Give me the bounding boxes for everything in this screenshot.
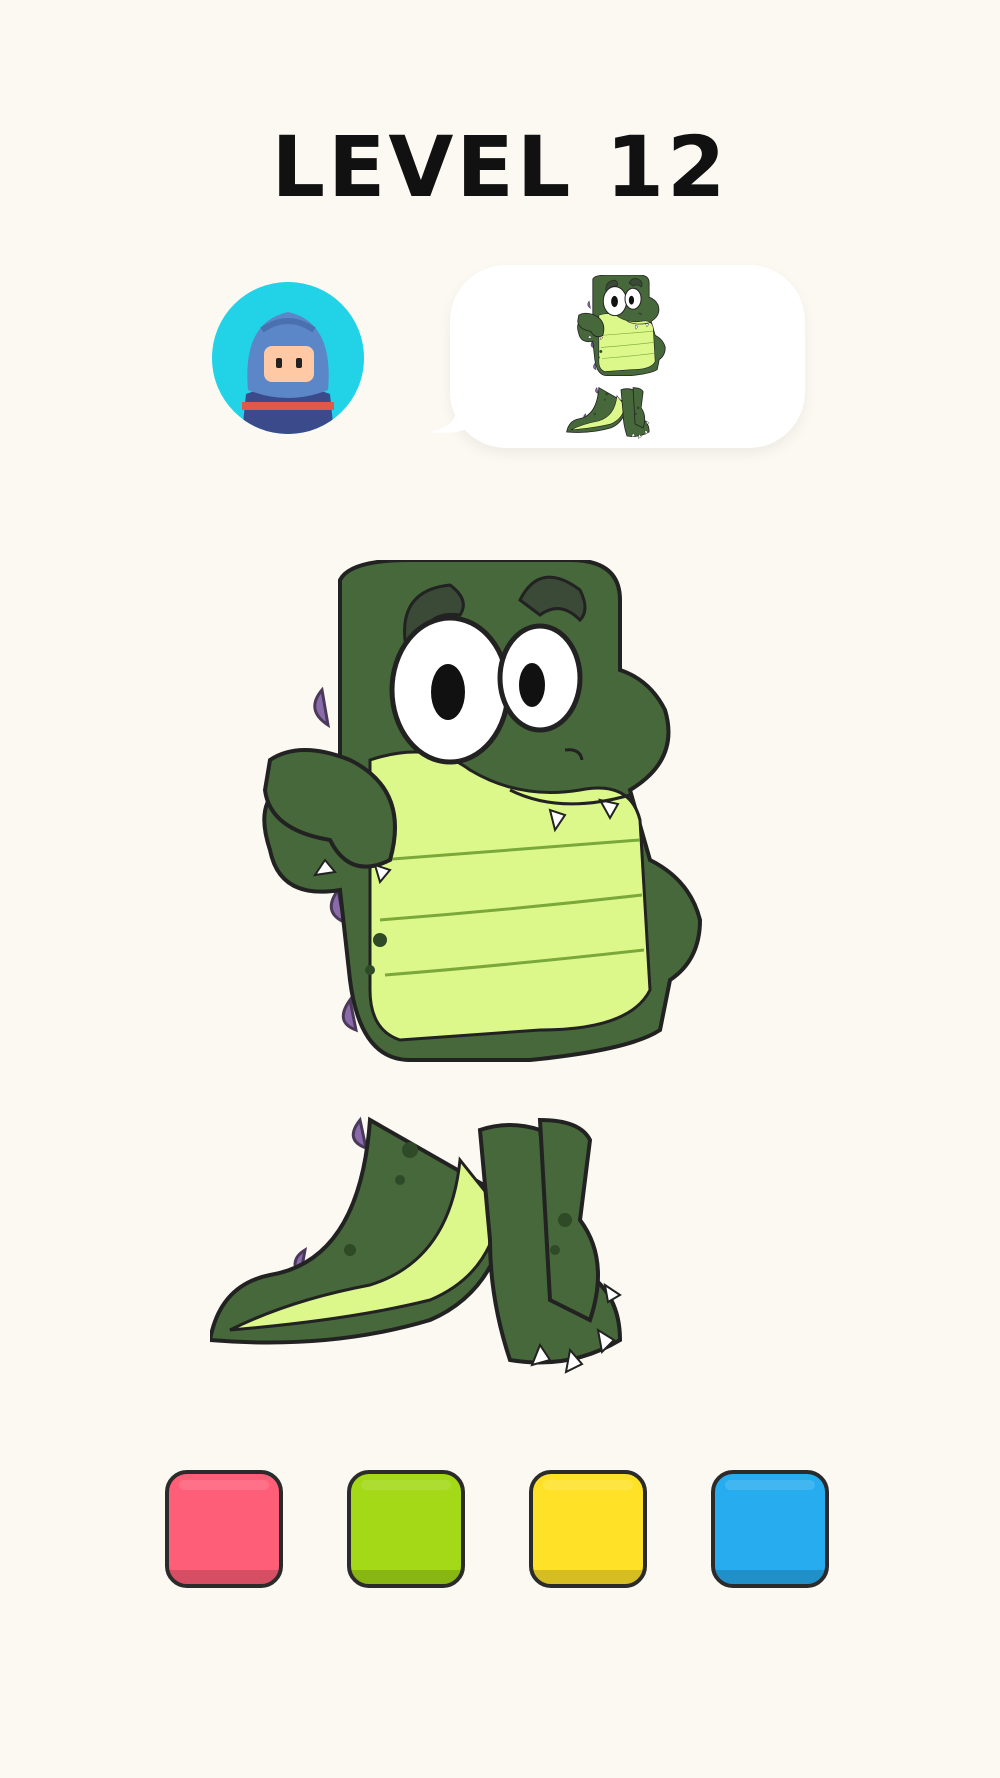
swatch-shine	[179, 1480, 269, 1490]
swatch-shade	[715, 1570, 825, 1584]
color-palette	[165, 1470, 835, 1592]
level-title: LEVEL 12	[271, 118, 729, 216]
color-swatch-green[interactable]	[347, 1470, 465, 1588]
game-screen: { "level": { "title": "LEVEL 12" }, "ava…	[0, 0, 1000, 1778]
speech-bubble-tail	[430, 398, 500, 433]
color-swatch-pink[interactable]	[165, 1470, 283, 1588]
swatch-shine	[543, 1480, 633, 1490]
swatch-shade	[351, 1570, 461, 1584]
color-swatch-yellow[interactable]	[529, 1470, 647, 1588]
crocodile-target-icon	[566, 275, 666, 439]
swatch-shade	[169, 1570, 279, 1584]
swatch-shine	[361, 1480, 451, 1490]
ninja-avatar-icon	[212, 282, 364, 434]
color-swatch-blue[interactable]	[711, 1470, 829, 1588]
crocodile-drawing[interactable]	[210, 560, 790, 1380]
swatch-shine	[725, 1480, 815, 1490]
swatch-shade	[533, 1570, 643, 1584]
